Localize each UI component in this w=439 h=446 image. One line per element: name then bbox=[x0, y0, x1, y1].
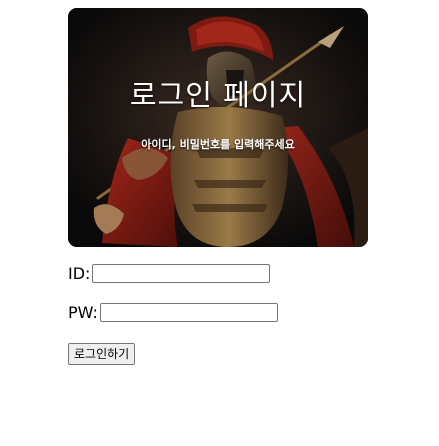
id-field-row: ID: bbox=[68, 264, 271, 283]
login-button[interactable]: 로그인하기 bbox=[68, 343, 136, 365]
hero-banner: 로그인 페이지 아이디, 비밀번호를 입력해주세요 bbox=[68, 8, 368, 247]
pw-field-row: PW: bbox=[68, 303, 278, 322]
page-title: 로그인 페이지 bbox=[129, 78, 307, 112]
page-subtitle: 아이디, 비밀번호를 입력해주세요 bbox=[141, 138, 295, 151]
spartan-warrior-image bbox=[68, 8, 368, 247]
id-label: ID: bbox=[68, 264, 91, 283]
pw-label: PW: bbox=[68, 303, 98, 322]
pw-input[interactable] bbox=[99, 303, 278, 322]
id-input[interactable] bbox=[92, 264, 271, 283]
login-page: 로그인 페이지 아이디, 비밀번호를 입력해주세요 ID: PW: 로그인하기 bbox=[0, 0, 439, 446]
